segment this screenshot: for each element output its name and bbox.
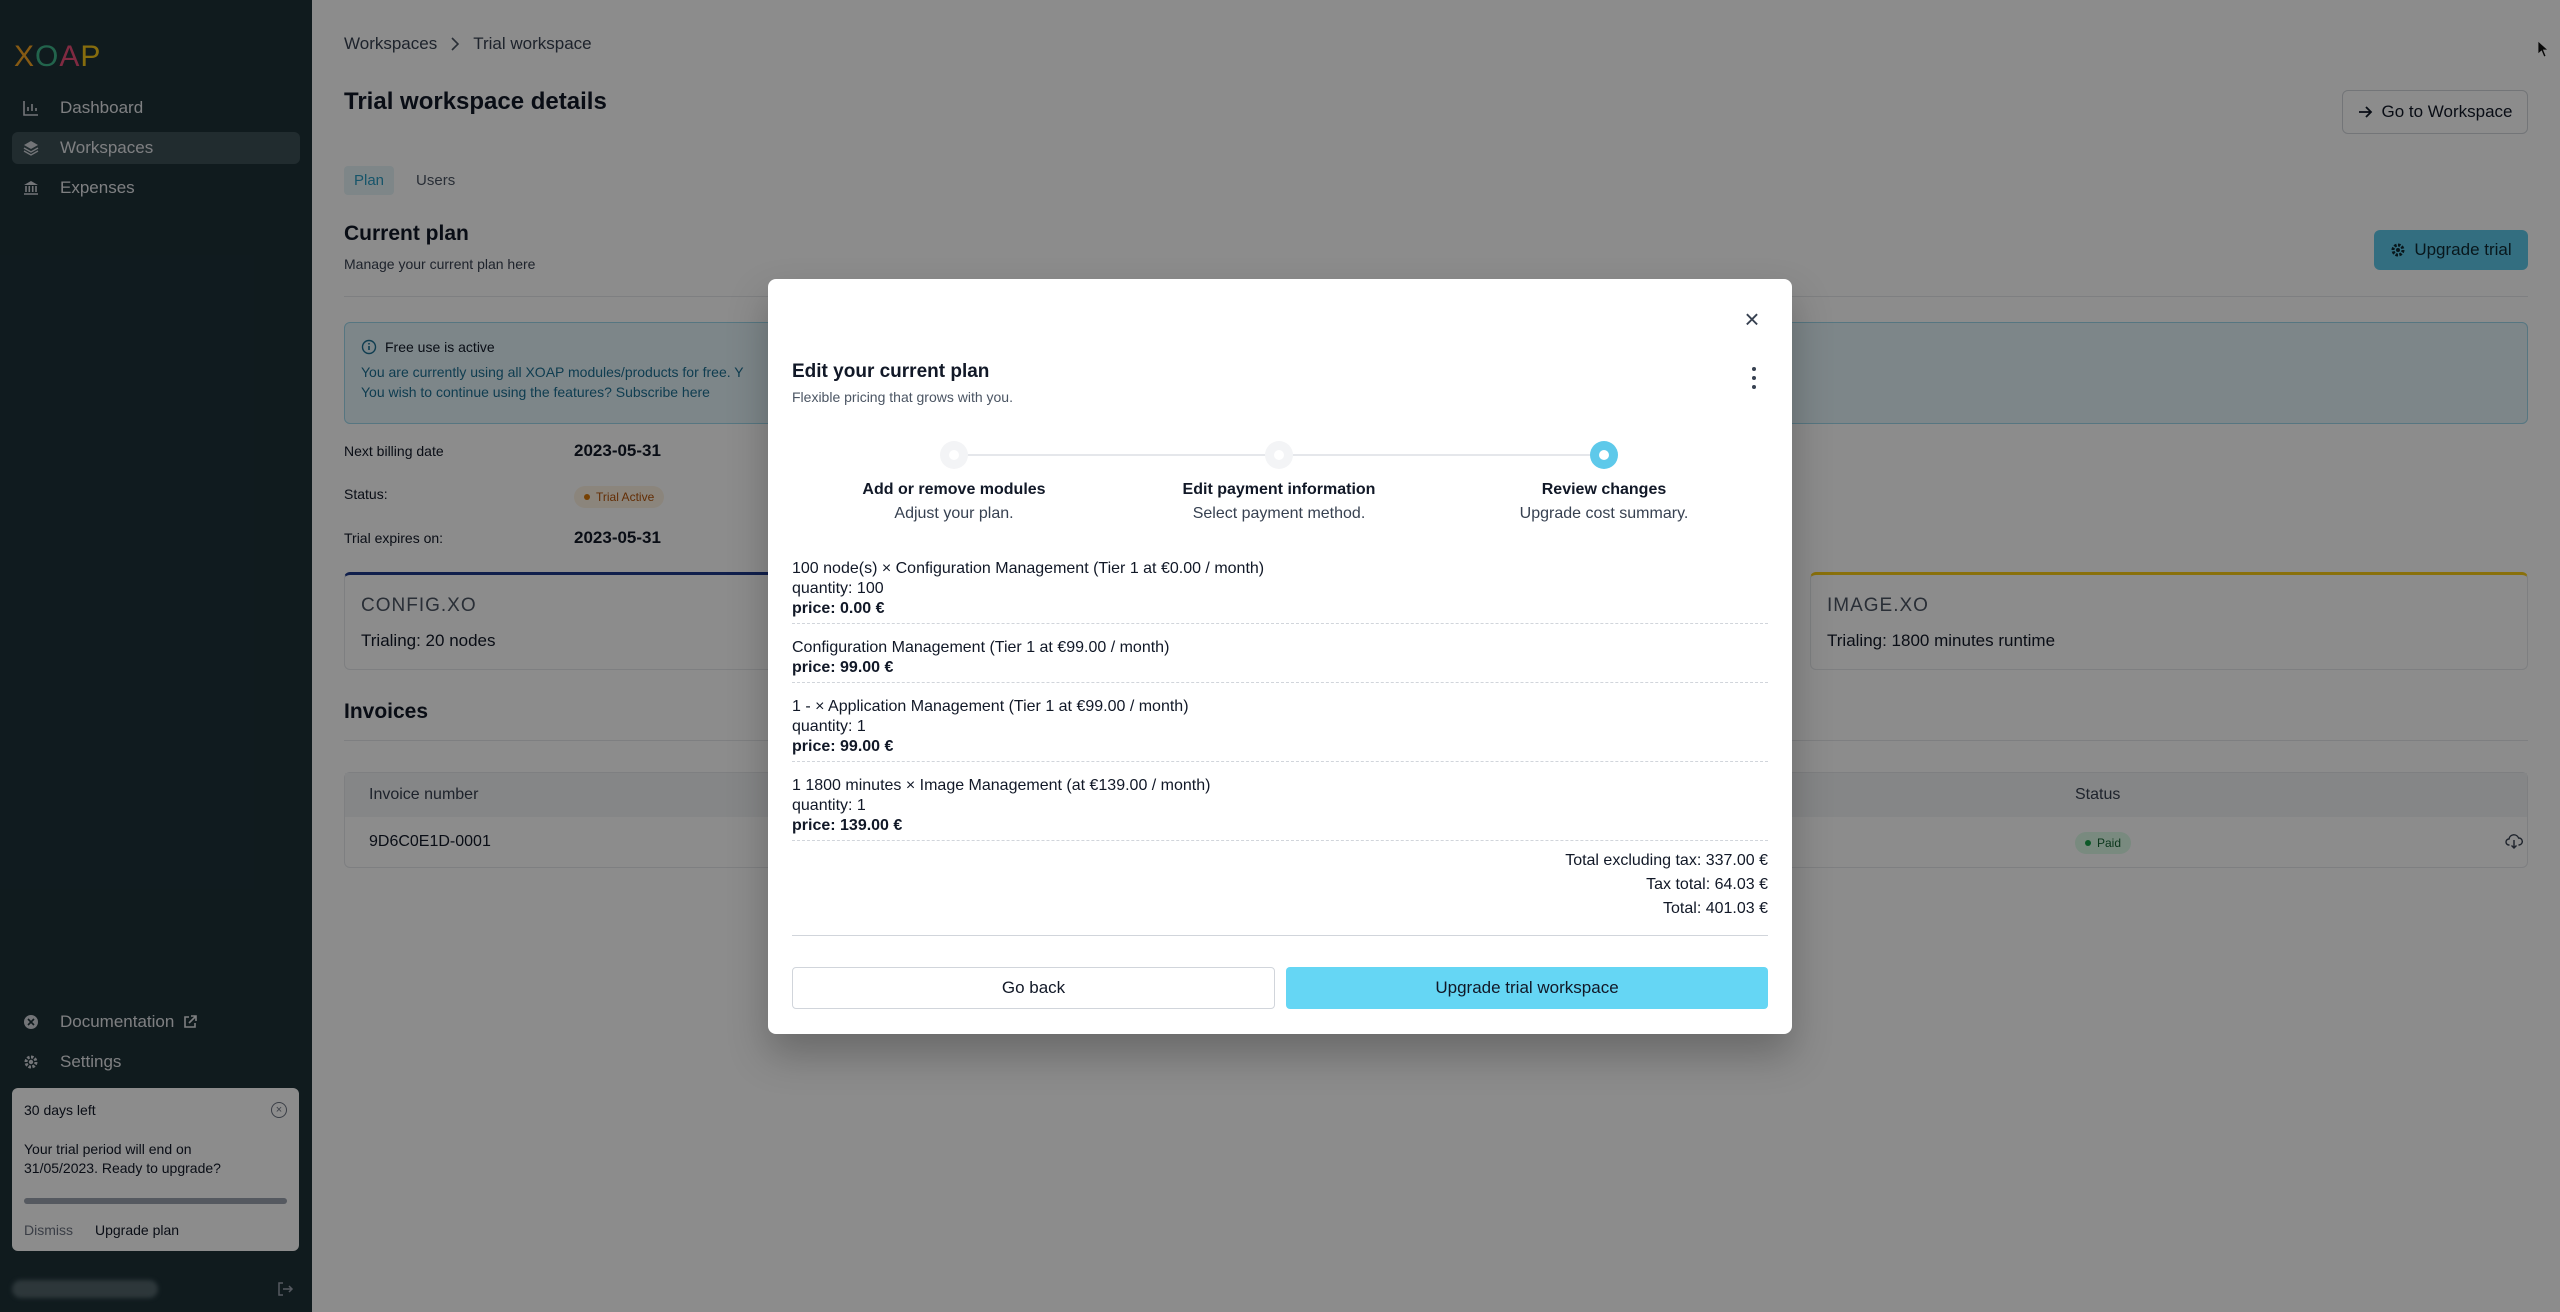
line-item-name: 1 1800 minutes × Image Management (at €1… (792, 777, 1211, 794)
list-item: 1 - × Application Management (Tier 1 at … (792, 697, 1768, 762)
step-2-dot (1265, 441, 1293, 469)
line-item-quantity: quantity: 1 (792, 797, 866, 814)
step-1-title: Add or remove modules (862, 481, 1046, 498)
modal-divider (792, 935, 1768, 936)
tax-total: Tax total: 64.03 € (1646, 876, 1768, 893)
line-items: 100 node(s) × Configuration Management (… (792, 559, 1768, 855)
edit-plan-modal: × Edit your current plan Flexible pricin… (768, 279, 1792, 1034)
list-item: Configuration Management (Tier 1 at €99.… (792, 638, 1768, 683)
more-vertical-icon[interactable] (1750, 367, 1758, 389)
modal-subtitle: Flexible pricing that grows with you. (792, 389, 1013, 405)
line-item-name: 1 - × Application Management (Tier 1 at … (792, 698, 1189, 715)
line-item-price: price: 99.00 € (792, 659, 894, 676)
step-2-desc: Select payment method. (1192, 505, 1366, 522)
step-3-dot (1590, 441, 1618, 469)
total-excl-tax: Total excluding tax: 337.00 € (1565, 852, 1768, 869)
line-item-name: Configuration Management (Tier 1 at €99.… (792, 639, 1170, 656)
list-item: 100 node(s) × Configuration Management (… (792, 559, 1768, 624)
step-3-title: Review changes (1541, 481, 1667, 498)
step-1-dot (940, 441, 968, 469)
line-item-quantity: quantity: 100 (792, 580, 884, 597)
close-icon[interactable]: × (1740, 306, 1764, 332)
line-item-price: price: 0.00 € (792, 600, 885, 617)
upgrade-trial-workspace-button[interactable]: Upgrade trial workspace (1286, 967, 1768, 1009)
line-item-price: price: 99.00 € (792, 738, 894, 755)
modal-title: Edit your current plan (792, 361, 990, 382)
go-back-button[interactable]: Go back (792, 967, 1275, 1009)
step-2-title: Edit payment information (1182, 481, 1376, 498)
step-1-desc: Adjust your plan. (894, 505, 1014, 522)
step-3-desc: Upgrade cost summary. (1519, 505, 1689, 522)
line-item-quantity: quantity: 1 (792, 718, 866, 735)
line-item-name: 100 node(s) × Configuration Management (… (792, 560, 1265, 577)
totals: Total excluding tax: 337.00 € Tax total:… (1565, 849, 1768, 921)
list-item: 1 1800 minutes × Image Management (at €1… (792, 776, 1768, 841)
grand-total: Total: 401.03 € (1663, 900, 1768, 917)
line-item-price: price: 139.00 € (792, 817, 903, 834)
